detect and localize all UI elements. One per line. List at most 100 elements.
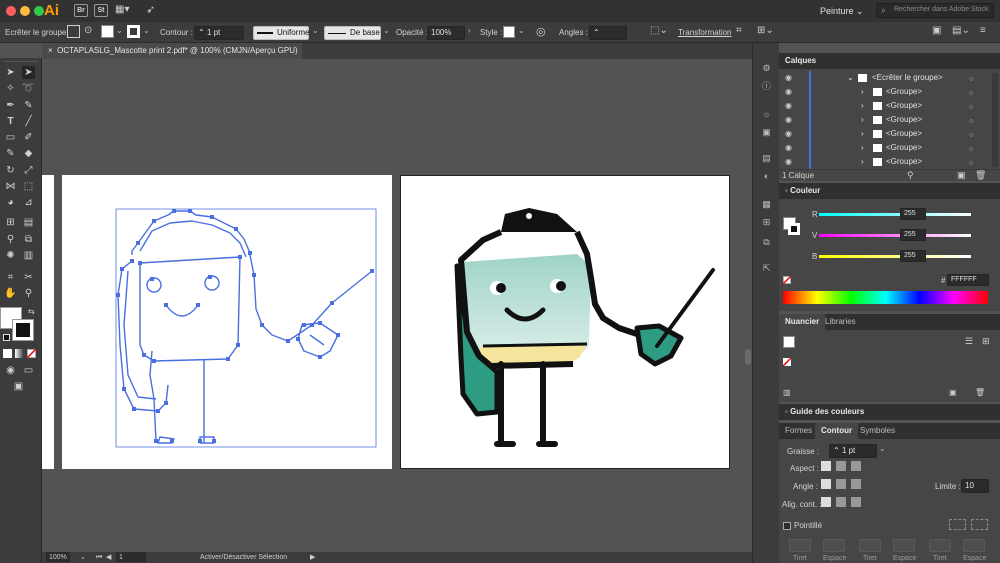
new-layer-icon[interactable]: ▣ [957, 170, 966, 181]
visibility-eye-icon[interactable]: ◉ [785, 155, 792, 169]
stock-button[interactable]: St [94, 4, 108, 17]
red-slider[interactable] [819, 213, 971, 216]
chevron-down-icon[interactable]: ⌄ [383, 26, 390, 35]
swatch-fill-preview[interactable] [783, 336, 795, 348]
layer-name[interactable]: <Groupe> [886, 113, 922, 127]
mascot-preview-artwork[interactable] [401, 176, 731, 470]
chevron-down-icon[interactable]: ⌄ [143, 26, 150, 35]
layer-name[interactable]: <Groupe> [886, 99, 922, 113]
color-stroke-swatch[interactable] [788, 223, 800, 235]
layers-panel-header[interactable]: Calques [779, 53, 1000, 69]
tab-shapes[interactable]: Formes [779, 423, 818, 439]
artboard-partial[interactable] [42, 175, 54, 469]
properties-icon[interactable]: ⚙ [761, 63, 772, 73]
limit-field[interactable]: 10 [961, 479, 989, 493]
change-screen-mode-icon[interactable]: ▣ [12, 380, 25, 393]
new-swatch-icon[interactable]: ▣ [949, 388, 957, 397]
square-cap-icon[interactable] [851, 461, 861, 471]
expand-chevron-icon[interactable]: › [861, 113, 864, 127]
expand-chevron-icon[interactable]: › [861, 127, 864, 141]
none-mode-icon[interactable] [27, 349, 36, 358]
curvature-tool-icon[interactable]: ✎ [22, 99, 35, 112]
pattern-icon[interactable]: ▦ [761, 199, 772, 209]
layer-name[interactable]: <Groupe> [886, 155, 922, 169]
blue-slider[interactable] [819, 255, 971, 258]
round-join-icon[interactable] [836, 479, 846, 489]
corners-field[interactable]: ⌃ [589, 26, 627, 40]
visibility-eye-icon[interactable]: ◉ [785, 141, 792, 155]
column-graph-tool-icon[interactable]: ▥ [22, 249, 35, 262]
expand-chevron-icon[interactable]: ⌄ [847, 71, 854, 85]
minimize-window-button[interactable] [20, 6, 30, 16]
stroke-color-swatch[interactable] [12, 319, 34, 341]
visibility-eye-icon[interactable]: ◉ [785, 85, 792, 99]
gap-field-2[interactable] [893, 539, 915, 552]
arrange-icon[interactable]: ▣ [932, 25, 941, 36]
round-cap-icon[interactable] [836, 461, 846, 471]
mascot-outline-artwork[interactable] [62, 175, 392, 469]
color-mode-icon[interactable] [3, 349, 12, 358]
rectangle-tool-icon[interactable]: ▭ [4, 131, 17, 144]
lasso-tool-icon[interactable]: ➰ [22, 82, 35, 95]
rotate-tool-icon[interactable]: ↻ [4, 164, 17, 177]
default-colors-icon[interactable] [3, 334, 10, 341]
artboard-number[interactable]: 1 [116, 552, 146, 562]
document-canvas[interactable] [42, 59, 752, 552]
pathfinder-icon[interactable]: ⧉ [761, 237, 772, 247]
tab-stroke[interactable]: Contour [815, 423, 859, 439]
bridge-button[interactable]: Br [74, 4, 88, 17]
dash-field-2[interactable] [859, 539, 881, 552]
export-icon[interactable]: ⇱ [761, 263, 772, 273]
visibility-eye-icon[interactable]: ◉ [785, 127, 792, 141]
red-value-field[interactable]: 255 [900, 208, 926, 220]
blue-value-field[interactable]: 255 [900, 250, 926, 262]
weight-field[interactable]: ⌃ 1 pt [829, 444, 877, 458]
brightness-icon[interactable]: ☼ [761, 109, 772, 119]
free-transform-tool-icon[interactable]: ⬚ [22, 180, 35, 193]
vertical-scrollbar-thumb[interactable] [745, 349, 751, 365]
layer-row[interactable]: ◉ › <Groupe> [779, 127, 979, 141]
swatch-none[interactable] [783, 358, 791, 366]
status-arrow-icon[interactable]: ▶ [310, 552, 315, 563]
layers-strip-icon[interactable]: ▤ [761, 153, 772, 163]
recolor-artwork-icon[interactable]: ◎ [536, 25, 546, 38]
shape-builder-tool-icon[interactable]: ◕ [4, 196, 17, 209]
transform-icon[interactable]: ⌗ [736, 25, 742, 36]
visibility-eye-icon[interactable]: ◉ [785, 113, 792, 127]
menu-icon[interactable]: ≡ [980, 25, 986, 36]
locate-object-icon[interactable]: ⚲ [907, 170, 914, 181]
blend-tool-icon[interactable]: ⧉ [22, 233, 35, 246]
mesh-tool-icon[interactable]: ⊞ [4, 216, 17, 229]
dashed-checkbox[interactable] [783, 522, 791, 530]
eyedropper-tool-icon[interactable]: ⚲ [4, 233, 17, 246]
color-strip-icon[interactable]: ◐ [761, 171, 772, 181]
reference-point-icon[interactable]: ⊞⌄ [757, 25, 774, 36]
document-tab[interactable]: × OCTAPLASLG_Mascotte print 2.pdf* @ 100… [42, 43, 302, 59]
perspective-grid-tool-icon[interactable]: ⊿ [22, 196, 35, 209]
chevron-right-icon[interactable]: › [468, 26, 471, 35]
tab-symbols[interactable]: Symboles [854, 423, 901, 439]
align-icon[interactable]: ⬚⌄ [650, 25, 668, 36]
layer-row[interactable]: ◉ › <Groupe> [779, 99, 979, 113]
expand-chevron-icon[interactable]: › [861, 155, 864, 169]
align-strip-icon[interactable]: ⊞ [761, 217, 772, 227]
stroke-swatch[interactable] [127, 25, 140, 38]
grid-view-icon[interactable]: ⊞ [982, 336, 990, 347]
draw-mode-icon[interactable]: ◉ [4, 364, 17, 377]
selection-tool-icon[interactable]: ➤ [4, 66, 17, 79]
layer-row-parent[interactable]: ◉ ⌄ <Ecrêter le groupe> [779, 71, 979, 85]
chevron-down-icon[interactable]: ⌄ [879, 444, 886, 453]
swatch-library-icon[interactable]: ▥ [783, 388, 791, 397]
panel-options-icon[interactable]: ▤⌄ [952, 25, 970, 36]
type-tool-icon[interactable]: T [4, 115, 17, 128]
workspace-switcher[interactable]: Peinture ⌄ [820, 4, 864, 18]
line-tool-icon[interactable]: ╱ [22, 115, 35, 128]
zoom-dropdown-icon[interactable]: ⌄ [80, 552, 86, 563]
visibility-eye-icon[interactable]: ◉ [785, 71, 792, 85]
color-panel-header[interactable]: ◦ Couleur [779, 183, 1000, 199]
chevron-down-icon[interactable]: ⌄ [518, 26, 525, 35]
close-window-button[interactable] [6, 6, 16, 16]
delete-swatch-icon[interactable]: 🗑 [975, 388, 985, 397]
butt-cap-icon[interactable] [821, 461, 831, 471]
width-tool-icon[interactable]: ⋈ [4, 180, 17, 193]
